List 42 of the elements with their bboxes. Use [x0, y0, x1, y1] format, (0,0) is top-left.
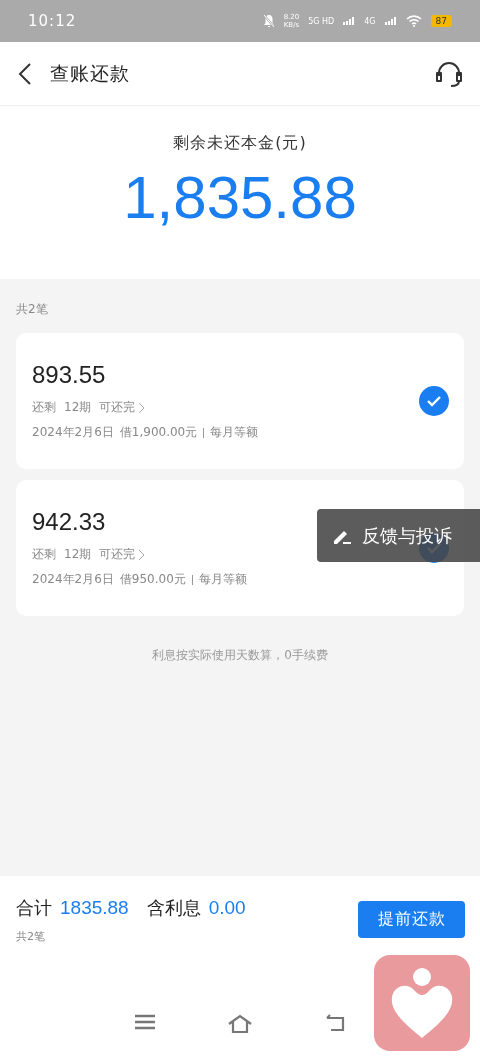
- loan-principal: 借1,900.00元: [119, 424, 198, 441]
- period-count: 12期: [64, 546, 92, 563]
- payoff-link[interactable]: 可还完: [99, 546, 146, 563]
- loan-date: 2024年2月6日: [32, 424, 114, 441]
- repayment-method: 每月等额: [210, 424, 259, 441]
- signal-icon: [384, 17, 397, 25]
- record-count: 共2笔: [16, 301, 49, 318]
- chevron-icon: [138, 401, 146, 414]
- signal-icon: [343, 17, 356, 25]
- page-title: 查账还款: [50, 60, 131, 86]
- checkbox[interactable]: [419, 386, 449, 416]
- home-icon[interactable]: [226, 1014, 253, 1034]
- clock: 10:12: [28, 12, 77, 30]
- feedback-menu[interactable]: 反馈与投诉: [317, 509, 480, 562]
- payoff-link[interactable]: 可还完: [99, 399, 146, 416]
- repayment-method: 每月等额: [198, 571, 247, 588]
- chevron-icon: [138, 548, 146, 561]
- balance-amount: 1,835.88: [123, 163, 357, 233]
- remaining-label: 还剩: [32, 546, 56, 563]
- total-amount: 1835.88: [60, 897, 129, 919]
- check-icon: [426, 395, 442, 407]
- prepay-button[interactable]: 提前还款: [358, 901, 465, 938]
- interest-note: 利息按实际使用天数算，0手续费: [152, 647, 328, 664]
- wifi-icon: [405, 15, 422, 27]
- bell-muted-icon: [262, 14, 275, 28]
- interest-label: 含利息: [146, 896, 201, 920]
- network-label: 5G HD: [308, 16, 335, 26]
- balance-label: 剩余未还本金(元): [173, 133, 307, 154]
- back-button[interactable]: [16, 61, 34, 86]
- record-count: 共2笔: [16, 929, 46, 944]
- period-count: 12期: [64, 399, 92, 416]
- loan-amount: 893.55: [32, 361, 106, 389]
- loan-amount: 942.33: [32, 508, 106, 536]
- network-label: 4G: [364, 16, 376, 26]
- menu-icon[interactable]: [134, 1014, 155, 1030]
- loan-principal: 借950.00元: [119, 571, 186, 588]
- loan-date: 2024年2月6日: [32, 571, 114, 588]
- interest-amount: 0.00: [208, 897, 246, 919]
- total-label: 合计: [16, 896, 52, 920]
- remaining-label: 还剩: [32, 399, 56, 416]
- battery-level: 87: [430, 15, 452, 27]
- back-nav-icon[interactable]: [324, 1014, 347, 1032]
